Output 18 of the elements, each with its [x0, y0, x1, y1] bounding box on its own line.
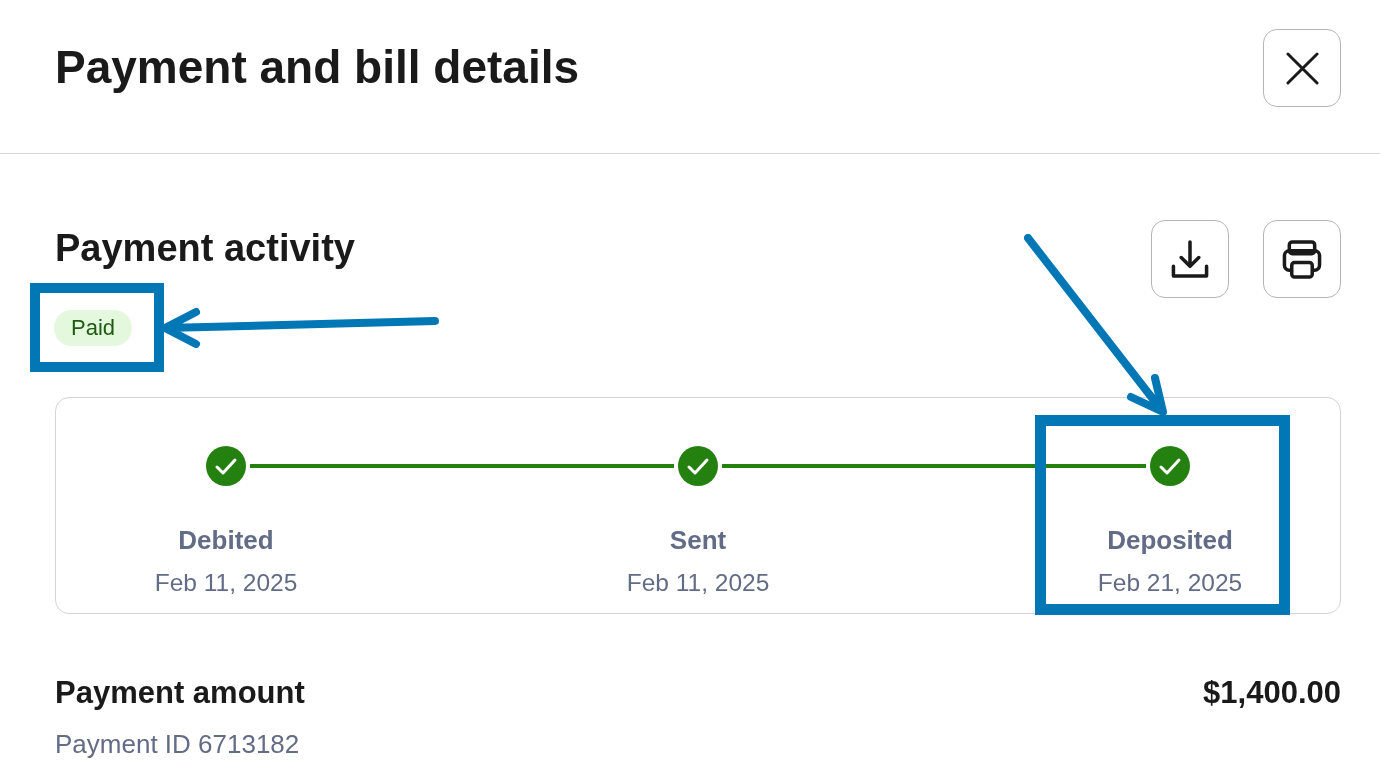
- payment-id: Payment ID 6713182: [55, 728, 300, 760]
- step-date: Feb 11, 2025: [626, 567, 770, 598]
- print-button[interactable]: [1263, 220, 1341, 298]
- status-badge: Paid: [54, 310, 133, 346]
- step-label: Deposited: [1107, 524, 1233, 557]
- amount-value: $1,400.00: [1203, 674, 1341, 712]
- step-label: Debited: [178, 524, 274, 557]
- close-icon: [1285, 51, 1319, 85]
- section-title: Payment activity: [55, 226, 355, 271]
- amount-label: Payment amount: [55, 674, 305, 712]
- step-date: Feb 21, 2025: [1097, 567, 1243, 598]
- download-button[interactable]: [1151, 220, 1229, 298]
- close-button[interactable]: [1263, 29, 1341, 107]
- printer-icon: [1282, 239, 1322, 279]
- dialog-title: Payment and bill details: [55, 40, 580, 96]
- step-date: Feb 11, 2025: [154, 567, 298, 598]
- step-label: Sent: [669, 524, 727, 557]
- download-icon: [1170, 239, 1210, 279]
